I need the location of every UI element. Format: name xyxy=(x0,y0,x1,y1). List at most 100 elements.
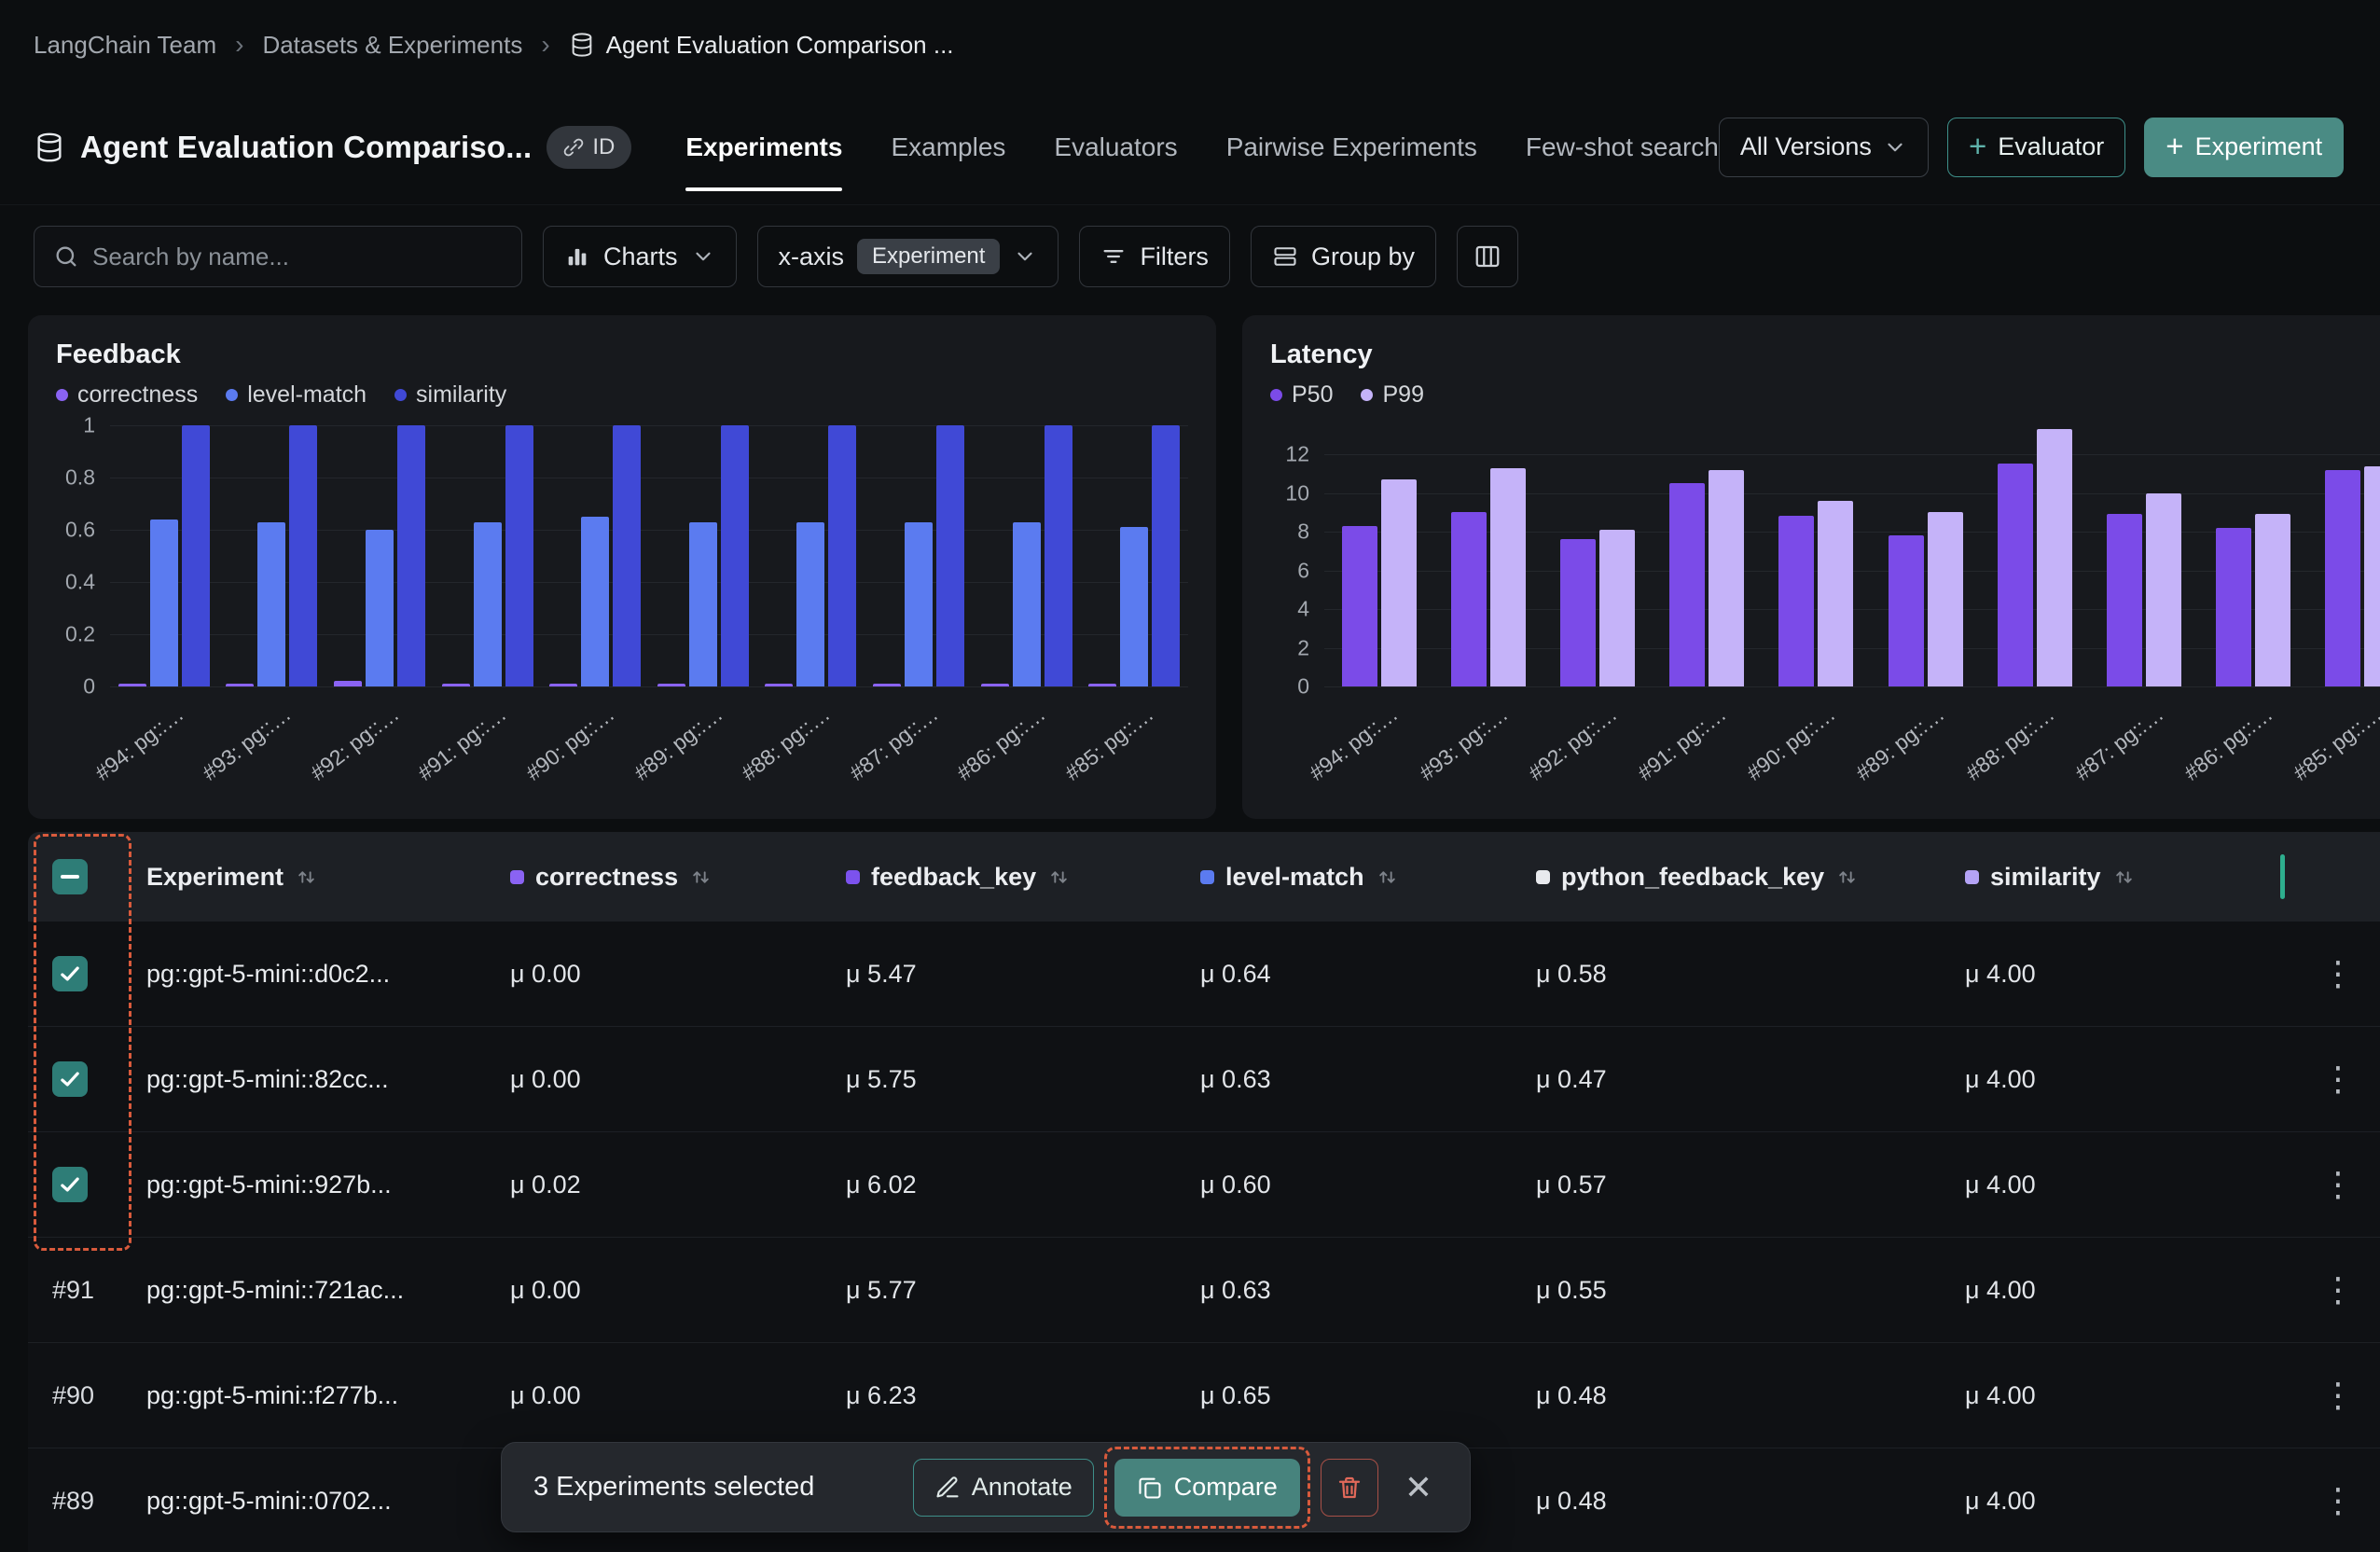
bar-similarity[interactable] xyxy=(397,425,425,686)
bar-similarity[interactable] xyxy=(505,425,533,686)
row-checkbox[interactable] xyxy=(52,1061,88,1097)
legend-item-correctness[interactable]: correctness xyxy=(56,381,198,409)
legend-item-p50[interactable]: P50 xyxy=(1270,381,1333,409)
xaxis-dropdown[interactable]: x-axis Experiment xyxy=(757,226,1059,287)
experiment-name[interactable]: pg::gpt-5-mini::0702... xyxy=(135,1487,499,1516)
bar-p50[interactable] xyxy=(1998,464,2033,686)
experiment-name[interactable]: pg::gpt-5-mini::721ac... xyxy=(135,1276,499,1305)
bar-level-match[interactable] xyxy=(796,522,824,686)
breadcrumb-current[interactable]: Agent Evaluation Comparison ... xyxy=(569,31,954,60)
bar-p99[interactable] xyxy=(2364,466,2380,686)
bar-p99[interactable] xyxy=(1818,501,1853,686)
bar-p50[interactable] xyxy=(1342,526,1377,686)
table-row[interactable]: #91pg::gpt-5-mini::721ac...μ 0.00μ 5.77μ… xyxy=(28,1238,2380,1343)
experiment-name[interactable]: pg::gpt-5-mini::f277b... xyxy=(135,1381,499,1410)
table-row[interactable]: pg::gpt-5-mini::82cc...μ 0.00μ 5.75μ 0.6… xyxy=(28,1027,2380,1132)
bar-p50[interactable] xyxy=(2325,470,2360,686)
bar-similarity[interactable] xyxy=(182,425,210,686)
bar-p50[interactable] xyxy=(2107,514,2142,686)
add-evaluator-button[interactable]: + Evaluator xyxy=(1947,118,2125,177)
row-menu-button[interactable]: ⋮ xyxy=(2321,1379,2355,1412)
column-header-experiment[interactable]: Experiment xyxy=(135,863,499,892)
header-menu-button[interactable]: ⋮ xyxy=(2362,126,2380,168)
sort-icon[interactable] xyxy=(1376,866,1399,889)
compare-button[interactable]: Compare xyxy=(1114,1459,1300,1517)
experiment-name[interactable]: pg::gpt-5-mini::927b... xyxy=(135,1171,499,1199)
bar-similarity[interactable] xyxy=(936,425,964,686)
row-menu-button[interactable]: ⋮ xyxy=(2321,1273,2355,1307)
sort-icon[interactable] xyxy=(689,866,713,889)
close-selection-button[interactable]: ✕ xyxy=(1399,1468,1438,1507)
sort-icon[interactable] xyxy=(2112,866,2136,889)
bar-level-match[interactable] xyxy=(150,520,178,686)
search-input[interactable] xyxy=(92,242,503,271)
sort-icon[interactable] xyxy=(1835,866,1859,889)
table-row[interactable]: pg::gpt-5-mini::927b...μ 0.02μ 6.02μ 0.6… xyxy=(28,1132,2380,1238)
bar-similarity[interactable] xyxy=(828,425,856,686)
bar-p50[interactable] xyxy=(2216,528,2251,686)
legend-item-p99[interactable]: P99 xyxy=(1361,381,1423,409)
row-menu-button[interactable]: ⋮ xyxy=(2321,1062,2355,1096)
experiment-name[interactable]: pg::gpt-5-mini::82cc... xyxy=(135,1065,499,1094)
bar-p99[interactable] xyxy=(1928,512,1963,686)
breadcrumb-datasets[interactable]: Datasets & Experiments xyxy=(262,31,522,60)
charts-dropdown[interactable]: Charts xyxy=(543,226,737,287)
row-menu-button[interactable]: ⋮ xyxy=(2321,1168,2355,1201)
tab-experiments[interactable]: Experiments xyxy=(685,90,842,204)
tab-few-shot-search[interactable]: Few-shot search xyxy=(1526,90,1719,204)
select-all-checkbox[interactable] xyxy=(52,859,88,894)
bar-similarity[interactable] xyxy=(721,425,749,686)
column-header-correctness[interactable]: correctness xyxy=(499,863,835,892)
tab-evaluators[interactable]: Evaluators xyxy=(1054,90,1177,204)
bar-p50[interactable] xyxy=(1778,516,1814,686)
column-header-level-match[interactable]: level-match xyxy=(1189,863,1525,892)
bar-level-match[interactable] xyxy=(1013,522,1041,686)
sort-icon[interactable] xyxy=(1047,866,1071,889)
bar-p50[interactable] xyxy=(1669,483,1705,686)
experiment-name[interactable]: pg::gpt-5-mini::d0c2... xyxy=(135,960,499,989)
bar-level-match[interactable] xyxy=(474,522,502,686)
bar-level-match[interactable] xyxy=(689,522,717,686)
legend-item-level-match[interactable]: level-match xyxy=(226,381,367,409)
table-row[interactable]: #90pg::gpt-5-mini::f277b...μ 0.00μ 6.23μ… xyxy=(28,1343,2380,1448)
columns-button[interactable] xyxy=(1457,226,1518,287)
annotate-button[interactable]: Annotate xyxy=(913,1459,1094,1517)
bar-similarity[interactable] xyxy=(1152,425,1180,686)
column-header-similarity[interactable]: similarity xyxy=(1954,863,2296,892)
bar-p99[interactable] xyxy=(1599,530,1635,686)
bar-level-match[interactable] xyxy=(1120,527,1148,686)
bar-p50[interactable] xyxy=(1560,539,1596,686)
tab-pairwise-experiments[interactable]: Pairwise Experiments xyxy=(1226,90,1477,204)
column-header-feedback-key[interactable]: feedback_key xyxy=(835,863,1189,892)
bar-p99[interactable] xyxy=(2146,493,2181,686)
row-menu-button[interactable]: ⋮ xyxy=(2321,957,2355,991)
bar-level-match[interactable] xyxy=(905,522,933,686)
bar-p99[interactable] xyxy=(2255,514,2290,686)
bar-similarity[interactable] xyxy=(1045,425,1072,686)
column-header-python-feedback-key[interactable]: python_feedback_key xyxy=(1525,863,1954,892)
table-row[interactable]: pg::gpt-5-mini::d0c2...μ 0.00μ 5.47μ 0.6… xyxy=(28,922,2380,1027)
row-checkbox[interactable] xyxy=(52,1167,88,1202)
bar-p99[interactable] xyxy=(1709,470,1744,686)
bar-similarity[interactable] xyxy=(613,425,641,686)
bar-level-match[interactable] xyxy=(366,530,394,686)
bar-p50[interactable] xyxy=(1451,512,1487,686)
row-menu-button[interactable]: ⋮ xyxy=(2321,1484,2355,1517)
row-checkbox[interactable] xyxy=(52,956,88,991)
group-by-button[interactable]: Group by xyxy=(1251,226,1436,287)
breadcrumb-team[interactable]: LangChain Team xyxy=(34,31,216,60)
sort-icon[interactable] xyxy=(295,866,318,889)
bar-similarity[interactable] xyxy=(289,425,317,686)
legend-item-similarity[interactable]: similarity xyxy=(394,381,506,409)
add-experiment-button[interactable]: + Experiment xyxy=(2144,118,2344,177)
bar-p99[interactable] xyxy=(1490,468,1526,686)
dataset-id-badge[interactable]: ID xyxy=(547,126,631,169)
bar-p99[interactable] xyxy=(1381,479,1417,686)
bar-p99[interactable] xyxy=(2037,429,2072,686)
tab-examples[interactable]: Examples xyxy=(891,90,1005,204)
filters-button[interactable]: Filters xyxy=(1079,226,1230,287)
versions-dropdown[interactable]: All Versions xyxy=(1719,118,1929,177)
bar-p50[interactable] xyxy=(1889,535,1924,686)
delete-button[interactable] xyxy=(1321,1459,1378,1517)
bar-level-match[interactable] xyxy=(257,522,285,686)
